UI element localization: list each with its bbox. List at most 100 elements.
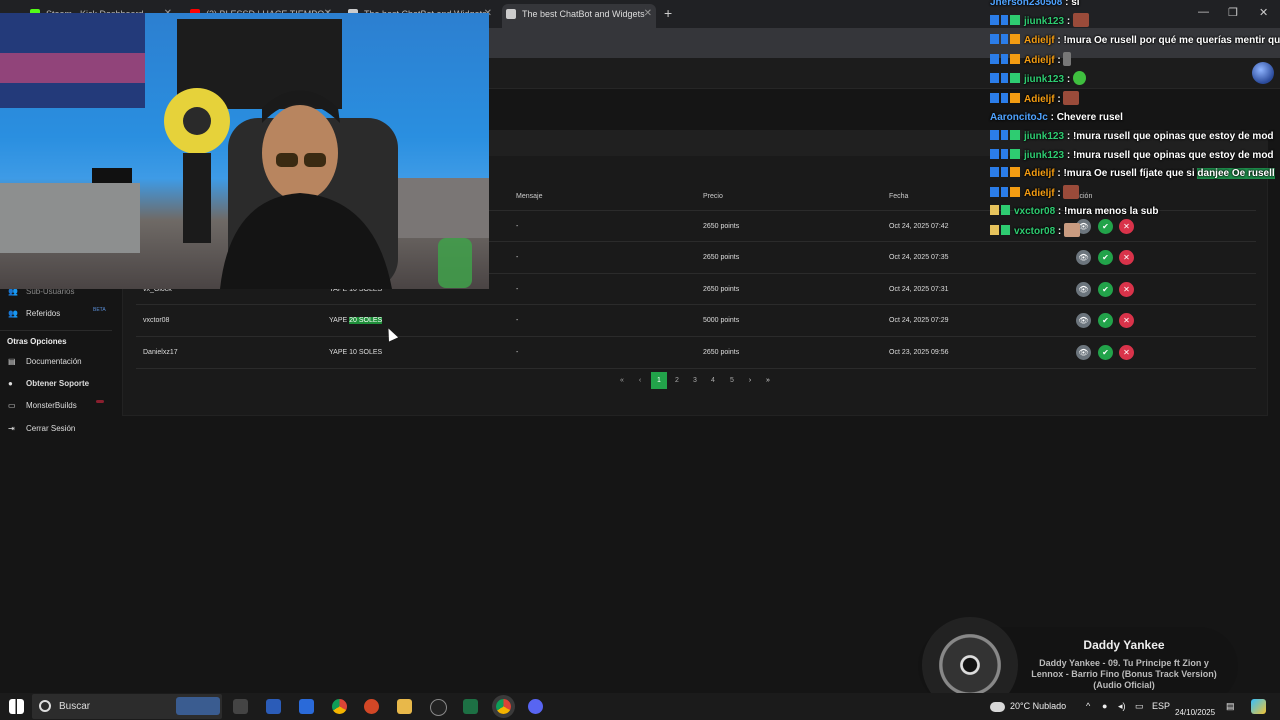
copilot-icon[interactable]	[1251, 699, 1266, 714]
emote-icon	[1063, 52, 1072, 66]
chat-message: Adieljf :	[990, 91, 1080, 107]
table-row: Danielxz17 YAPE 10 SOLES - 2650 points O…	[136, 336, 1256, 369]
chat-separator: :	[1066, 150, 1071, 161]
chat-highlight: danjee Oe rusell	[1197, 168, 1275, 179]
view-button[interactable]: 👁	[1076, 250, 1091, 265]
item-cell: YAPE 20 SOLES	[329, 317, 383, 324]
reject-button[interactable]: ✕	[1119, 282, 1134, 297]
sidebar-item-label: MonsterBuilds	[26, 401, 77, 410]
message-cell: -	[516, 223, 519, 230]
beta-badge: BETA	[93, 307, 106, 313]
reject-button[interactable]: ✕	[1119, 250, 1134, 265]
weather-text[interactable]: 20°C Nublado	[1010, 701, 1066, 711]
chat-message: vxctor08 : !mura menos la sub	[990, 204, 1159, 220]
chat-username: jiunk123	[1024, 150, 1065, 161]
pagination-first[interactable]: «	[614, 372, 630, 389]
item-text: YAPE	[329, 317, 350, 324]
chat-separator: :	[1057, 94, 1061, 105]
message-cell: -	[516, 317, 519, 324]
pagination-page-4[interactable]: 4	[705, 372, 721, 389]
microphone-icon[interactable]: ●	[1102, 701, 1107, 711]
reject-button[interactable]: ✕	[1119, 345, 1134, 360]
new-tab-button[interactable]: +	[664, 5, 672, 21]
reject-button[interactable]: ✕	[1119, 219, 1134, 234]
now-playing-artist: Daddy Yankee	[1083, 638, 1165, 652]
view-button[interactable]: 👁	[1076, 345, 1091, 360]
sidebar-item-documentacion[interactable]: ▤ Documentación	[8, 355, 82, 369]
network-icon[interactable]: ▭	[1135, 701, 1144, 712]
search-placeholder: Buscar	[59, 701, 91, 712]
word-icon[interactable]	[266, 699, 281, 714]
chat-message: jiunk123 :	[990, 13, 1089, 29]
view-button[interactable]: 👁	[1076, 313, 1091, 328]
sidebar-item-soporte[interactable]: ● Obtener Soporte	[8, 377, 89, 391]
pagination-next[interactable]: ›	[742, 372, 758, 389]
sidebar-item-referidos[interactable]: 👥 Referidos	[8, 307, 60, 321]
task-view-icon[interactable]	[233, 699, 248, 714]
obs-icon[interactable]	[430, 699, 447, 716]
chat-text: !mura Oe rusell fíjate que si	[1063, 168, 1198, 179]
chat-text: !mura rusell que opinas que estoy de mod	[1072, 150, 1274, 161]
chat-separator: :	[1057, 206, 1062, 217]
windows-start-icon[interactable]	[9, 699, 24, 714]
chat-separator: :	[1057, 55, 1061, 66]
chrome-icon[interactable]	[332, 699, 347, 714]
sidebar-item-label: Obtener Soporte	[26, 379, 90, 388]
column-header-mensaje: Mensaje	[516, 193, 543, 200]
badge-icons	[990, 187, 1020, 197]
chat-username: Adieljf	[1024, 94, 1055, 105]
botrix-icon	[506, 9, 516, 19]
close-window-button[interactable]: ✕	[1259, 6, 1268, 19]
chat-username: Adieljf	[1024, 168, 1055, 179]
notification-icon[interactable]: ▤	[1226, 701, 1235, 712]
approve-button[interactable]: ✔	[1098, 250, 1113, 265]
search-icon	[39, 700, 51, 712]
column-header-fecha: Fecha	[889, 193, 909, 200]
book-icon: ▤	[8, 357, 16, 366]
minimize-button[interactable]: —	[1198, 6, 1209, 18]
pagination-page-2[interactable]: 2	[669, 372, 685, 389]
approve-button[interactable]: ✔	[1098, 219, 1113, 234]
chat-separator: :	[1066, 16, 1071, 27]
pagination-page-1[interactable]: 1	[651, 372, 667, 389]
sidebar-divider	[0, 330, 112, 331]
sidebar-item-cerrar-sesion[interactable]: ⇥ Cerrar Sesión	[8, 422, 75, 436]
chat-message: Jherson230508 : si	[990, 0, 1080, 11]
chat-text: !mura menos la sub	[1064, 206, 1159, 217]
message-cell: -	[516, 254, 519, 261]
price-cell: 2650 points	[703, 254, 740, 261]
language-indicator[interactable]: ESP	[1152, 701, 1170, 711]
badge-icons	[990, 93, 1020, 103]
pagination-page-3[interactable]: 3	[687, 372, 703, 389]
pagination-prev[interactable]: ‹	[632, 372, 648, 389]
badge-icons	[990, 15, 1020, 25]
excel-icon[interactable]	[463, 699, 478, 714]
price-cell: 5000 points	[703, 317, 740, 324]
sidebar-item-monsterbuilds[interactable]: ▭ MonsterBuilds	[8, 399, 77, 413]
volume-icon[interactable]: ◂)	[1118, 701, 1126, 712]
store-icon[interactable]	[299, 699, 314, 714]
chat-separator: :	[1057, 168, 1061, 179]
pagination-last[interactable]: »	[760, 372, 776, 389]
file-explorer-icon[interactable]	[397, 699, 412, 714]
view-button[interactable]: 👁	[1076, 282, 1091, 297]
maximize-button[interactable]: ❐	[1228, 6, 1238, 19]
powerpoint-icon[interactable]	[364, 699, 379, 714]
avatar[interactable]	[1252, 62, 1274, 84]
approve-button[interactable]: ✔	[1098, 282, 1113, 297]
close-icon[interactable]: ✕	[644, 4, 652, 24]
tab-chatbot-2[interactable]: The best ChatBot and Widgets ✕	[502, 4, 656, 28]
chevron-up-icon[interactable]: ^	[1086, 701, 1090, 711]
pagination-page-5[interactable]: 5	[724, 372, 740, 389]
date-cell: Oct 24, 2025 07:42	[889, 223, 949, 230]
chat-separator: :	[1050, 112, 1054, 123]
user-cell: Danielxz17	[143, 349, 178, 356]
date-text[interactable]: 24/10/2025	[1175, 708, 1215, 717]
chat-username: vxctor08	[1014, 226, 1056, 237]
approve-button[interactable]: ✔	[1098, 313, 1113, 328]
discord-icon[interactable]	[528, 699, 543, 714]
approve-button[interactable]: ✔	[1098, 345, 1113, 360]
chat-message: AaroncitoJc : Chevere rusel	[990, 110, 1123, 126]
reject-button[interactable]: ✕	[1119, 313, 1134, 328]
chrome-profile-icon[interactable]	[496, 699, 511, 714]
